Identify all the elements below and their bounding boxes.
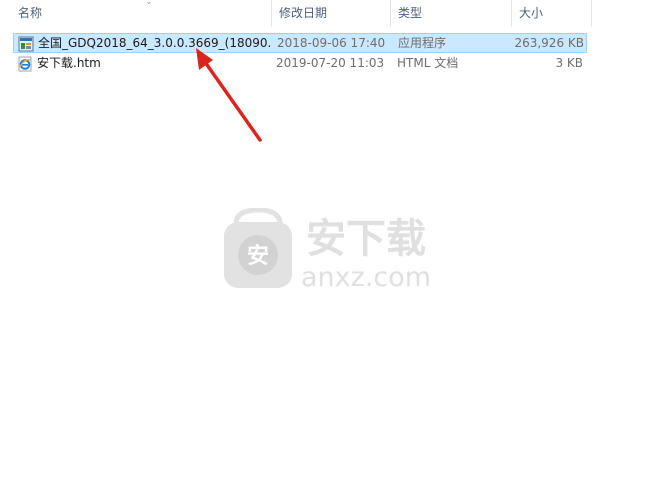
watermark-title: 安下载	[306, 216, 426, 262]
watermark-domain: anxz.com	[301, 262, 431, 292]
anxz-watermark-logo: 安 安下载 anxz.com	[224, 208, 431, 292]
watermark-badge: 安	[247, 243, 269, 269]
